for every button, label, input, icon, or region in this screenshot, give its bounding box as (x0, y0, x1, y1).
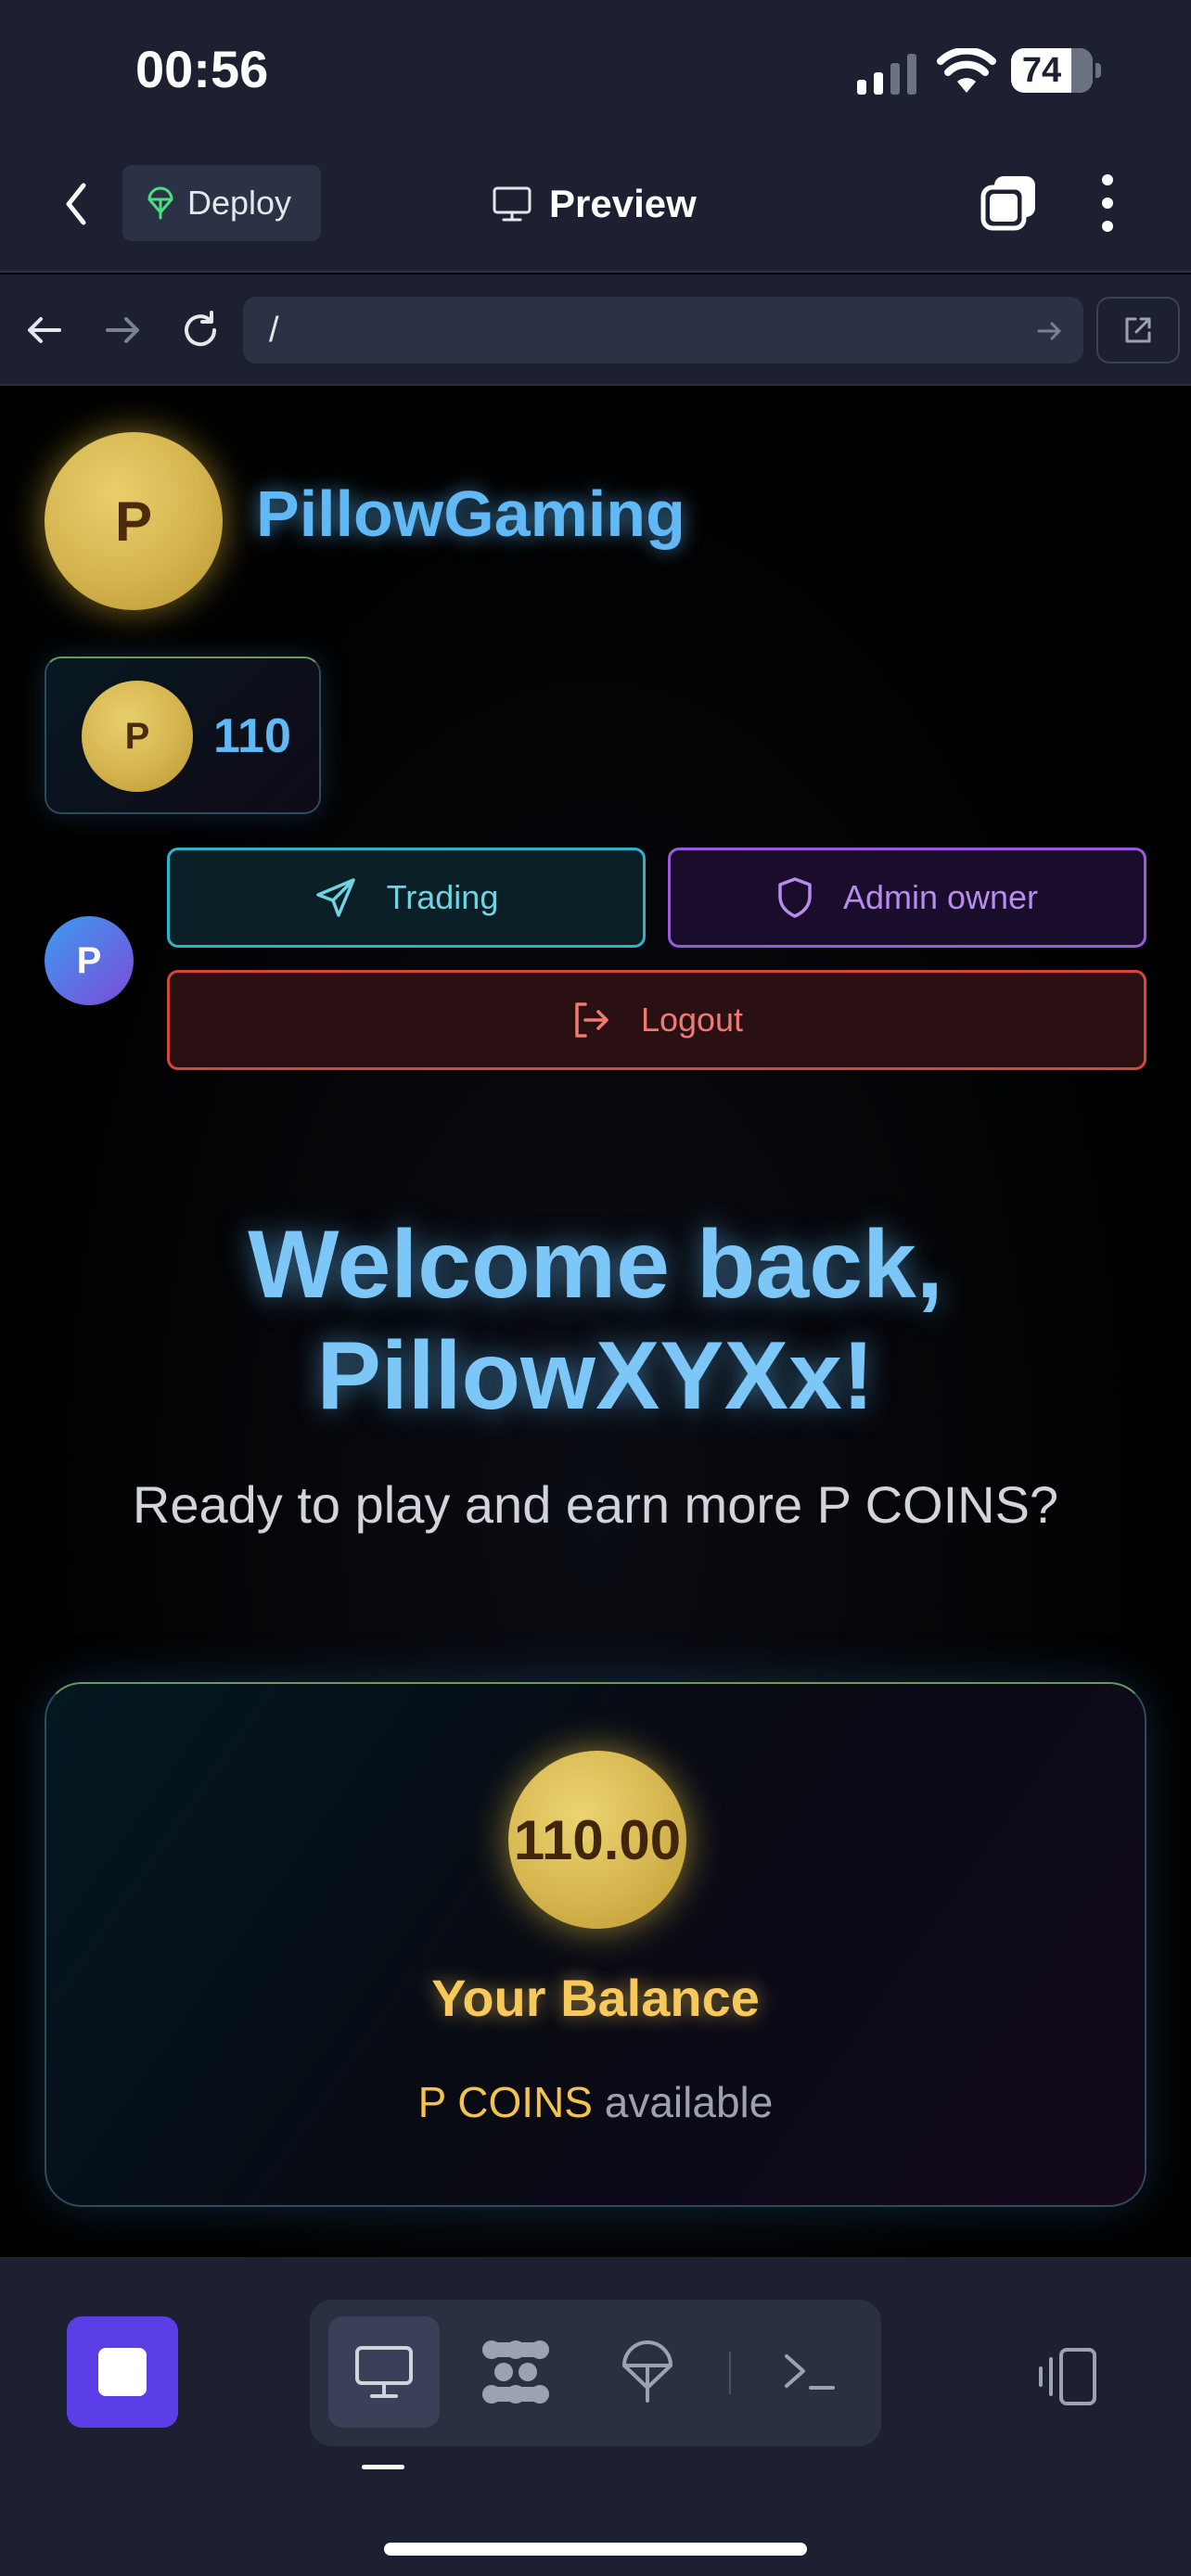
deploy-parachute-icon (622, 2340, 672, 2403)
monitor-icon (493, 186, 531, 222)
logout-button[interactable]: Logout (167, 970, 1146, 1070)
tool-switcher (310, 2300, 881, 2446)
stop-button[interactable] (67, 2316, 178, 2428)
deploy-button[interactable]: Deploy (122, 165, 321, 241)
active-tool-indicator (362, 2465, 404, 2469)
battery-level: 74 (1021, 51, 1062, 90)
tool-deploy[interactable] (592, 2316, 703, 2428)
welcome-line-1: Welcome back, (248, 1211, 943, 1319)
brand-name: PillowGaming (256, 478, 685, 550)
browser-bar: / (0, 274, 1191, 386)
balance-unit-suffix: available (592, 2078, 774, 2126)
logout-icon (575, 1002, 608, 1038)
bottom-toolbar (0, 2257, 1191, 2576)
logout-label: Logout (640, 1001, 744, 1039)
balance-card: 110.00 Your Balance P COINS available (45, 1682, 1146, 2207)
open-external-button[interactable] (1096, 297, 1180, 363)
chevron-left-icon[interactable] (56, 176, 96, 232)
tool-divider (729, 2352, 731, 2394)
welcome-line-2: PillowXYXx! (316, 1322, 875, 1430)
tool-workspace[interactable] (460, 2316, 571, 2428)
send-icon (315, 878, 355, 917)
arrow-left-icon[interactable] (24, 310, 65, 351)
url-input[interactable]: / (243, 297, 1083, 363)
tabs-stack-icon[interactable] (980, 174, 1039, 232)
battery-icon: 74 (1011, 48, 1102, 93)
status-bar: 00:56 74 (0, 0, 1191, 139)
arrow-right-icon[interactable] (102, 310, 143, 351)
tool-preview[interactable] (328, 2316, 440, 2428)
admin-owner-button[interactable]: Admin owner (668, 848, 1146, 948)
app-header: Deploy Preview (0, 139, 1191, 273)
web-page: P PillowGaming P 110 P Trading Admin own… (0, 388, 1191, 2257)
device-rotate-icon[interactable] (1035, 2344, 1100, 2409)
cellular-signal-icon (857, 54, 916, 95)
trading-button[interactable]: Trading (167, 848, 646, 948)
wifi-icon (937, 48, 996, 93)
welcome-heading: Welcome back, PillowXYXx! (0, 1209, 1191, 1432)
preview-label: Preview (549, 182, 697, 225)
welcome-subtitle: Ready to play and earn more P COINS? (132, 1475, 1059, 1534)
more-vertical-icon[interactable] (1089, 172, 1126, 234)
stop-icon (98, 2348, 147, 2396)
phone-screen: 00:56 74 Deploy Preview / P PillowGaming… (0, 0, 1191, 2576)
deploy-parachute-icon (147, 186, 173, 220)
home-indicator (384, 2543, 807, 2556)
coin-badge-value: 110 (213, 709, 291, 763)
balance-caption: P COINS available (46, 2077, 1145, 2127)
balance-unit: P COINS (417, 2078, 593, 2126)
coin-icon: P (82, 681, 193, 792)
avatar[interactable]: P (45, 916, 134, 1005)
preview-title: Preview (492, 167, 697, 241)
status-time: 00:56 (135, 40, 269, 98)
coin-balance-badge: P 110 (45, 657, 321, 814)
external-link-icon (1125, 317, 1151, 343)
balance-title: Your Balance (431, 1969, 760, 2027)
terminal-icon (785, 2354, 835, 2390)
logo-coin: P (45, 432, 223, 610)
monitor-icon (355, 2346, 413, 2398)
grid-blobs-icon (482, 2340, 549, 2404)
tool-terminal[interactable] (753, 2316, 864, 2428)
refresh-icon[interactable] (180, 310, 221, 351)
arrow-right-icon[interactable] (1035, 317, 1063, 345)
url-text: / (269, 310, 279, 350)
admin-owner-label: Admin owner (842, 878, 1039, 916)
deploy-label: Deploy (187, 184, 292, 222)
shield-icon (778, 877, 812, 918)
trading-label: Trading (386, 878, 499, 916)
balance-amount: 110.00 (508, 1751, 686, 1929)
